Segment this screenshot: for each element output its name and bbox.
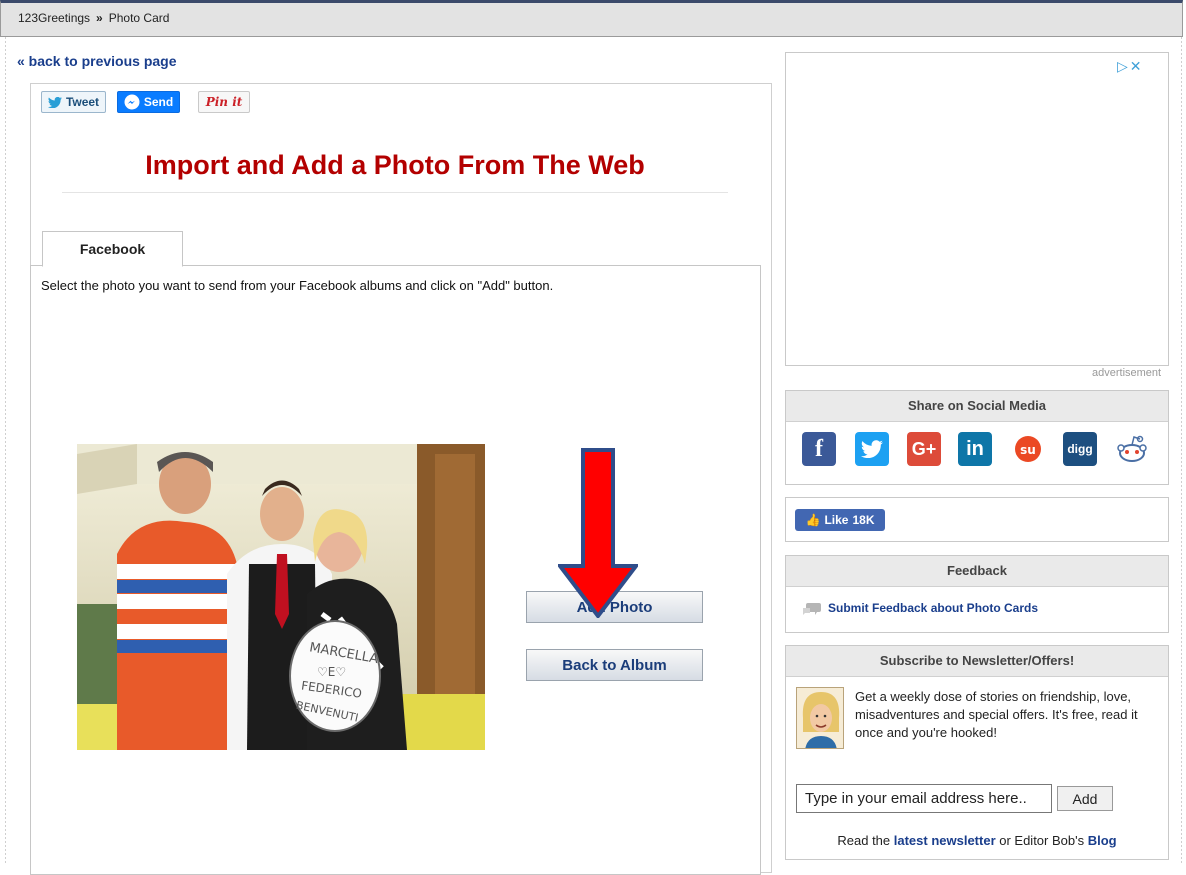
- tab-facebook[interactable]: Facebook: [42, 231, 183, 267]
- svg-text:♡E♡: ♡E♡: [317, 665, 346, 679]
- feedback-box: Feedback: [785, 555, 1169, 633]
- like-count: 18K: [852, 513, 875, 527]
- submit-feedback-link[interactable]: Submit Feedback about Photo Cards: [828, 601, 1038, 615]
- newsletter-heading: Subscribe to Newsletter/Offers!: [786, 646, 1168, 677]
- svg-text:su: su: [1020, 443, 1036, 457]
- page-title: Import and Add a Photo From The Web: [145, 150, 645, 180]
- facebook-photo[interactable]: MARCELLA ♡E♡ FEDERICO BENVENUTI: [77, 444, 485, 750]
- advertisement-label: advertisement: [1092, 367, 1162, 379]
- linkedin-icon[interactable]: in: [958, 432, 992, 466]
- pinterest-pin-button[interactable]: Pin it: [198, 91, 250, 113]
- messenger-icon: [124, 94, 140, 110]
- footer-text-1: Read the: [837, 833, 894, 848]
- title-divider: [62, 192, 728, 193]
- back-link[interactable]: « back to previous page: [17, 53, 177, 69]
- top-bar: [0, 0, 1183, 37]
- breadcrumb-home[interactable]: 123Greetings: [18, 11, 90, 25]
- facebook-like-button[interactable]: 👍 Like 18K: [795, 509, 885, 531]
- thumbs-up-icon: 👍: [805, 513, 821, 527]
- page-edge-right: [1181, 37, 1182, 865]
- page-edge-left: [5, 37, 6, 865]
- newsletter-description: Get a weekly dose of stories on friendsh…: [855, 689, 1138, 740]
- social-heading: Share on Social Media: [786, 391, 1168, 422]
- twitter-bird-icon: [47, 96, 62, 108]
- ad-choices-icon[interactable]: ▷✕: [1117, 58, 1144, 75]
- back-to-album-button[interactable]: Back to Album: [526, 649, 703, 681]
- tweet-label: Tweet: [65, 95, 100, 109]
- newsletter-footer: Read the latest newsletter or Editor Bob…: [785, 833, 1169, 848]
- digg-icon[interactable]: digg: [1063, 432, 1097, 466]
- editor-bob-avatar: [796, 687, 844, 749]
- newsletter-add-button[interactable]: Add: [1057, 786, 1113, 811]
- latest-newsletter-link[interactable]: latest newsletter: [894, 833, 996, 848]
- like-label: Like: [824, 513, 849, 527]
- facebook-icon[interactable]: f: [802, 432, 836, 466]
- speech-bubble-icon: [803, 603, 821, 615]
- breadcrumb-current: Photo Card: [108, 11, 170, 25]
- tweet-button[interactable]: Tweet: [41, 91, 106, 113]
- messenger-send-button[interactable]: Send: [117, 91, 180, 113]
- instructions-text: Select the photo you want to send from y…: [41, 278, 554, 293]
- breadcrumb-separator: »: [96, 11, 103, 25]
- footer-text-2: or Editor Bob's: [995, 833, 1088, 848]
- newsletter-box: Subscribe to Newsletter/Offers!: [785, 645, 1169, 860]
- stumbleupon-icon[interactable]: su: [1011, 432, 1045, 466]
- feedback-heading: Feedback: [786, 556, 1168, 587]
- blog-link[interactable]: Blog: [1088, 833, 1117, 848]
- twitter-icon[interactable]: [855, 432, 889, 466]
- advertisement-box[interactable]: [785, 52, 1169, 366]
- google-plus-icon[interactable]: G+: [907, 432, 941, 466]
- pin-label: Pin it: [205, 95, 243, 109]
- reddit-icon[interactable]: [1115, 432, 1149, 466]
- breadcrumb: 123Greetings » Photo Card: [18, 11, 169, 25]
- red-down-arrow-icon: [558, 448, 638, 618]
- send-label: Send: [143, 95, 174, 109]
- email-input[interactable]: [796, 784, 1052, 813]
